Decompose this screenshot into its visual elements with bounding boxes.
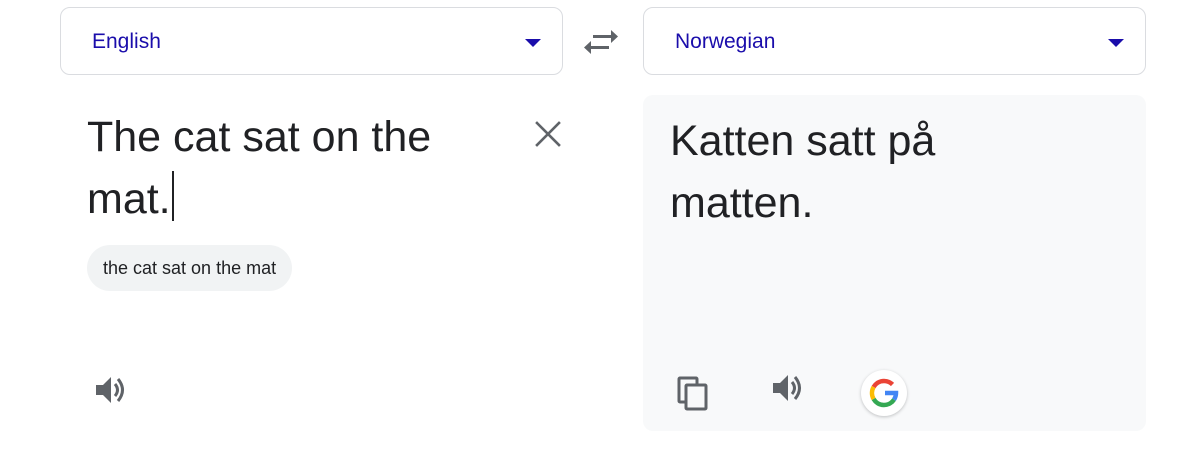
swap-languages-button[interactable] xyxy=(582,25,620,59)
chevron-down-icon xyxy=(1108,39,1124,47)
source-listen-button[interactable] xyxy=(91,370,131,410)
clear-text-button[interactable] xyxy=(532,118,564,150)
speaker-icon xyxy=(96,377,124,403)
close-icon xyxy=(535,121,561,147)
speaker-icon xyxy=(773,375,801,401)
target-listen-button[interactable] xyxy=(768,368,808,408)
google-search-button[interactable] xyxy=(861,370,907,416)
target-language-label: Norwegian xyxy=(675,30,776,53)
source-text-value: The cat sat on the mat. xyxy=(87,113,432,223)
copy-translation-button[interactable] xyxy=(674,373,714,413)
chevron-down-icon xyxy=(525,39,541,47)
text-cursor xyxy=(171,171,174,221)
google-g-icon xyxy=(869,378,899,408)
suggestion-chip[interactable]: the cat sat on the mat xyxy=(87,245,293,291)
translation-output-panel: Katten satt på matten. xyxy=(643,95,1146,431)
swap-arrows-icon xyxy=(584,30,618,54)
target-language-select[interactable]: Norwegian xyxy=(643,7,1146,75)
source-text-input[interactable]: The cat sat on the mat. xyxy=(87,106,507,230)
source-language-select[interactable]: English xyxy=(60,7,563,75)
translation-output-text: Katten satt på matten. xyxy=(670,117,936,227)
source-language-label: English xyxy=(92,30,161,53)
copy-icon xyxy=(677,376,708,411)
